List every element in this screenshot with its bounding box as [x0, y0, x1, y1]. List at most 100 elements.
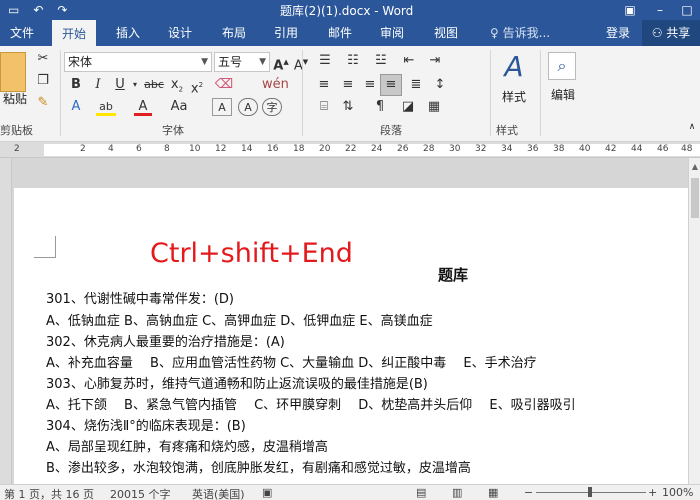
undo-icon[interactable]: ↶ — [33, 3, 43, 17]
editing-button[interactable]: 编辑 — [546, 86, 580, 103]
paste-icon[interactable] — [0, 52, 26, 92]
tab-home[interactable]: 开始 — [52, 20, 97, 46]
shrink-font-icon[interactable]: A▼ — [292, 53, 310, 73]
increase-indent-icon[interactable]: ⇥ — [424, 52, 446, 70]
styles-icon[interactable]: A — [496, 50, 532, 86]
bullets-icon[interactable]: ☰ — [314, 52, 336, 70]
paste-button[interactable]: 粘贴 — [0, 90, 30, 107]
scrollbar-thumb[interactable] — [691, 178, 699, 218]
show-marks-icon[interactable]: ¶ — [370, 98, 390, 116]
subscript-icon[interactable]: x2 — [168, 76, 186, 94]
highlight-icon[interactable]: ab — [96, 98, 116, 116]
collapse-ribbon-icon[interactable]: ∧ — [686, 122, 698, 132]
word-count[interactable]: 20015 个字 — [110, 486, 171, 500]
document-heading: 题库 — [438, 266, 469, 284]
document-line[interactable]: A、局部呈现红肿，有疼痛和烧灼感，皮温稍增高 — [46, 436, 328, 455]
numbering-icon[interactable]: ☷ — [342, 52, 364, 70]
character-shading-icon[interactable]: A — [212, 98, 232, 116]
tab-insert[interactable]: 插入 — [106, 20, 150, 46]
tab-mailings[interactable]: 邮件 — [318, 20, 362, 46]
align-center-icon[interactable]: ≡ — [338, 76, 358, 94]
text-effects-icon[interactable]: A — [66, 98, 86, 116]
vertical-scrollbar[interactable]: ▲ — [688, 158, 700, 484]
redo-icon[interactable]: ↷ — [57, 3, 67, 17]
ruler-number: 4 — [108, 144, 114, 154]
line-spacing-icon[interactable]: ↕ — [430, 76, 450, 94]
tab-references[interactable]: 引用 — [264, 20, 308, 46]
zoom-out-icon[interactable]: − — [524, 486, 533, 499]
document-line[interactable]: 303、心肺复苏时，维持气道通畅和防止返流误吸的最佳措施是(B) — [46, 373, 428, 392]
italic-icon[interactable]: I — [90, 76, 106, 94]
document-line[interactable]: A、托下颌 B、紧急气管内插管 C、环甲膜穿刺 D、枕垫高并头后仰 E、吸引器吸… — [46, 394, 576, 413]
document-line[interactable]: A、补充血容量 B、应用血管活性药物 C、大量输血 D、纠正酸中毒 E、手术治疗 — [46, 352, 537, 371]
chevron-down-icon[interactable]: ▾ — [130, 76, 140, 94]
document-line[interactable]: B、渗出较多，水泡较饱满，创底肿胀发红，有剧痛和感觉过敏，皮温增高 — [46, 457, 471, 476]
change-case-icon[interactable]: Aa — [168, 98, 190, 116]
underline-icon[interactable]: U — [112, 76, 128, 94]
vertical-ruler[interactable] — [0, 158, 12, 484]
superscript-icon[interactable]: x2 — [188, 76, 206, 96]
read-mode-icon[interactable]: ▤ — [416, 486, 426, 499]
clear-formatting-icon[interactable]: ⌫ — [214, 76, 234, 94]
enclose-characters-icon[interactable]: A — [238, 98, 258, 116]
maximize-icon[interactable]: □ — [672, 0, 700, 20]
styles-group-label: 样式 — [496, 124, 518, 137]
format-painter-icon[interactable]: ✎ — [34, 94, 52, 112]
grow-font-icon[interactable]: A▲ — [272, 53, 290, 73]
phonetic-guide-icon[interactable]: wén — [262, 76, 289, 94]
scroll-up-icon[interactable]: ▲ — [690, 162, 700, 172]
ruler-number: 20 — [319, 144, 331, 154]
proofing-icon[interactable]: ▣ — [262, 486, 272, 499]
search-icon[interactable]: ⌕ — [548, 52, 576, 80]
align-left-icon[interactable]: ≡ — [314, 76, 334, 94]
font-size-combo[interactable]: 五号 ▼ — [214, 52, 270, 72]
copy-icon[interactable]: ❐ — [34, 72, 52, 90]
page-count[interactable]: 第 1 页，共 16 页 — [4, 486, 94, 500]
cut-icon[interactable]: ✂ — [34, 50, 52, 68]
enclose-char-icon[interactable]: 字 — [262, 98, 282, 116]
strikethrough-icon[interactable]: abc — [142, 76, 166, 94]
zoom-level[interactable]: 100% — [662, 486, 693, 499]
web-layout-icon[interactable]: ▦ — [488, 486, 498, 499]
ribbon-display-icon[interactable]: ▣ — [615, 0, 645, 20]
justify-icon[interactable]: ≡ — [380, 74, 402, 96]
align-right-icon[interactable]: ≡ — [360, 76, 380, 94]
tab-layout[interactable]: 布局 — [212, 20, 256, 46]
tab-view[interactable]: 视图 — [424, 20, 468, 46]
font-color-icon[interactable]: A — [134, 98, 152, 116]
document-line[interactable]: A、低钠血症 B、高钠血症 C、高钾血症 D、低钾血症 E、高镁血症 — [46, 310, 433, 329]
ruler-number: 42 — [605, 144, 617, 154]
horizontal-ruler[interactable]: 2 2 4 6 8 10 12 14 16 18 20 22 24 26 28 … — [0, 142, 700, 158]
quick-access-toolbar: ▭ ↶ ↷ — [0, 0, 67, 20]
distributed-icon[interactable]: ≣ — [406, 76, 426, 94]
document-page[interactable]: Ctrl+shift+End 题库 301、代谢性碱中毒常伴发：(D) A、低钠… — [14, 188, 688, 484]
zoom-in-icon[interactable]: + — [648, 486, 657, 499]
tab-design[interactable]: 设计 — [158, 20, 202, 46]
tab-review[interactable]: 审阅 — [370, 20, 414, 46]
status-bar: 第 1 页，共 16 页 20015 个字 英语(美国) ▣ ▤ ▥ ▦ − +… — [0, 484, 700, 500]
shading-icon[interactable]: ◪ — [398, 98, 418, 116]
tell-me-box[interactable]: ♀ 告诉我... — [490, 20, 550, 46]
separator — [540, 50, 541, 136]
bold-icon[interactable]: B — [68, 76, 84, 94]
decrease-indent-icon[interactable]: ⇤ — [398, 52, 420, 70]
document-line[interactable]: 304、烧伤浅Ⅱ°的临床表现是：(B) — [46, 415, 246, 434]
sort-icon[interactable]: ⇅ — [338, 98, 358, 116]
lightbulb-icon: ♀ — [490, 26, 499, 40]
chinese-layout-icon[interactable]: ⌸ — [314, 98, 334, 116]
borders-icon[interactable]: ▦ — [424, 98, 444, 116]
language-indicator[interactable]: 英语(美国) — [192, 486, 245, 500]
multilevel-list-icon[interactable]: ☳ — [370, 52, 392, 70]
save-icon[interactable]: ▭ — [8, 3, 19, 17]
print-layout-icon[interactable]: ▥ — [452, 486, 462, 499]
font-group-label: 字体 — [162, 124, 184, 137]
share-button[interactable]: ⚇ 共享 — [642, 20, 700, 46]
zoom-slider-thumb[interactable] — [588, 487, 592, 497]
font-name-combo[interactable]: 宋体 ▼ — [64, 52, 212, 72]
document-line[interactable]: 302、休克病人最重要的治疗措施是：(A) — [46, 331, 285, 350]
minimize-icon[interactable]: – — [645, 0, 675, 20]
tab-file[interactable]: 文件 — [0, 20, 44, 46]
login-button[interactable]: 登录 — [606, 20, 630, 46]
document-line[interactable]: 301、代谢性碱中毒常伴发：(D) — [46, 288, 234, 307]
styles-button[interactable]: 样式 — [496, 88, 532, 105]
